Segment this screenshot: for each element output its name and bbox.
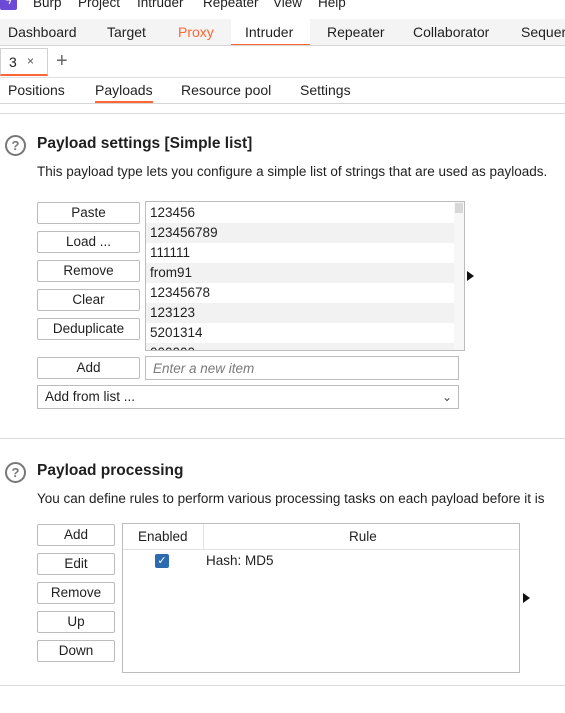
add-from-list-label: Add from list ... bbox=[45, 389, 136, 404]
expand-arrow-icon[interactable] bbox=[523, 593, 530, 603]
tab-payloads[interactable]: Payloads bbox=[95, 82, 153, 103]
list-item[interactable]: 123456 bbox=[146, 203, 454, 223]
tab-proxy[interactable]: Proxy bbox=[178, 19, 214, 45]
add-from-list-select[interactable]: Add from list ... ⌄ bbox=[37, 385, 459, 409]
list-item[interactable]: from91 bbox=[146, 263, 454, 283]
close-icon[interactable]: × bbox=[27, 54, 34, 68]
list-item[interactable]: 111111 bbox=[146, 243, 454, 263]
payload-list[interactable]: 123456 123456789 111111 from91 12345678 … bbox=[145, 201, 465, 351]
add-rule-button[interactable]: Add bbox=[37, 524, 115, 546]
up-rule-button[interactable]: Up bbox=[37, 611, 115, 633]
scrollbar-thumb[interactable] bbox=[455, 203, 463, 213]
menu-intruder[interactable]: Intruder bbox=[137, 0, 184, 11]
column-rule[interactable]: Rule bbox=[349, 529, 377, 544]
tab-intruder[interactable]: Intruder bbox=[231, 19, 310, 45]
sub-tabs: Positions Payloads Resource pool Setting… bbox=[0, 78, 565, 104]
remove-button[interactable]: Remove bbox=[37, 260, 140, 282]
instance-tabs: 3 × + bbox=[0, 46, 565, 78]
chevron-down-icon: ⌄ bbox=[441, 390, 452, 404]
help-icon[interactable]: ? bbox=[5, 462, 26, 483]
list-item[interactable]: 123456789 bbox=[146, 223, 454, 243]
help-icon[interactable]: ? bbox=[5, 135, 26, 156]
menu-repeater[interactable]: Repeater bbox=[203, 0, 259, 11]
menu-view[interactable]: View bbox=[273, 0, 302, 11]
remove-rule-button[interactable]: Remove bbox=[37, 582, 115, 604]
menu-help[interactable]: Help bbox=[318, 0, 346, 11]
column-divider bbox=[203, 524, 204, 550]
payload-settings-description: This payload type lets you configure a s… bbox=[37, 164, 548, 179]
load-button[interactable]: Load ... bbox=[37, 231, 140, 253]
tab-repeater[interactable]: Repeater bbox=[327, 19, 385, 45]
payload-settings-title: Payload settings [Simple list] bbox=[37, 135, 253, 152]
add-item-button[interactable]: Add bbox=[37, 357, 140, 379]
tab-collaborator[interactable]: Collaborator bbox=[413, 19, 489, 45]
rules-table: Enabled Rule ✓ Hash: MD5 bbox=[122, 523, 520, 673]
tab-settings[interactable]: Settings bbox=[300, 82, 351, 98]
instance-tab-label: 3 bbox=[9, 54, 17, 70]
list-item[interactable]: 123123 bbox=[146, 303, 454, 323]
edit-rule-button[interactable]: Edit bbox=[37, 553, 115, 575]
instance-tab-3[interactable]: 3 × bbox=[0, 48, 48, 76]
list-item[interactable]: 5201314 bbox=[146, 323, 454, 343]
burp-logo-icon: ϟ bbox=[0, 0, 17, 10]
paste-button[interactable]: Paste bbox=[37, 202, 140, 224]
divider bbox=[0, 438, 565, 439]
divider bbox=[0, 113, 565, 114]
expand-arrow-icon[interactable] bbox=[467, 271, 474, 281]
tab-resource-pool[interactable]: Resource pool bbox=[181, 82, 271, 98]
column-enabled[interactable]: Enabled bbox=[138, 529, 188, 544]
table-header: Enabled Rule bbox=[123, 524, 519, 550]
payload-processing-title: Payload processing bbox=[37, 462, 184, 479]
add-tab-icon[interactable]: + bbox=[56, 50, 68, 72]
tab-dashboard[interactable]: Dashboard bbox=[8, 19, 77, 45]
list-item[interactable]: 000000 bbox=[146, 343, 454, 350]
clear-button[interactable]: Clear bbox=[37, 289, 140, 311]
tab-positions[interactable]: Positions bbox=[8, 82, 65, 98]
list-item[interactable]: 12345678 bbox=[146, 283, 454, 303]
down-rule-button[interactable]: Down bbox=[37, 640, 115, 662]
menu-bar: ϟ Burp Project Intruder Repeater View He… bbox=[0, 0, 565, 12]
checkbox-enabled[interactable]: ✓ bbox=[155, 554, 169, 568]
tool-tabs: Dashboard Target Proxy Intruder Repeater… bbox=[0, 19, 565, 46]
tab-target[interactable]: Target bbox=[107, 19, 146, 45]
menu-burp[interactable]: Burp bbox=[33, 0, 62, 11]
deduplicate-button[interactable]: Deduplicate bbox=[37, 318, 140, 340]
menu-project[interactable]: Project bbox=[78, 0, 120, 11]
payload-processing-description: You can define rules to perform various … bbox=[37, 491, 545, 506]
tab-sequencer[interactable]: Sequer bbox=[521, 19, 565, 45]
list-scrollbar[interactable] bbox=[454, 202, 464, 350]
rule-cell[interactable]: Hash: MD5 bbox=[206, 553, 274, 568]
divider bbox=[0, 685, 565, 686]
new-item-input[interactable] bbox=[145, 356, 459, 380]
